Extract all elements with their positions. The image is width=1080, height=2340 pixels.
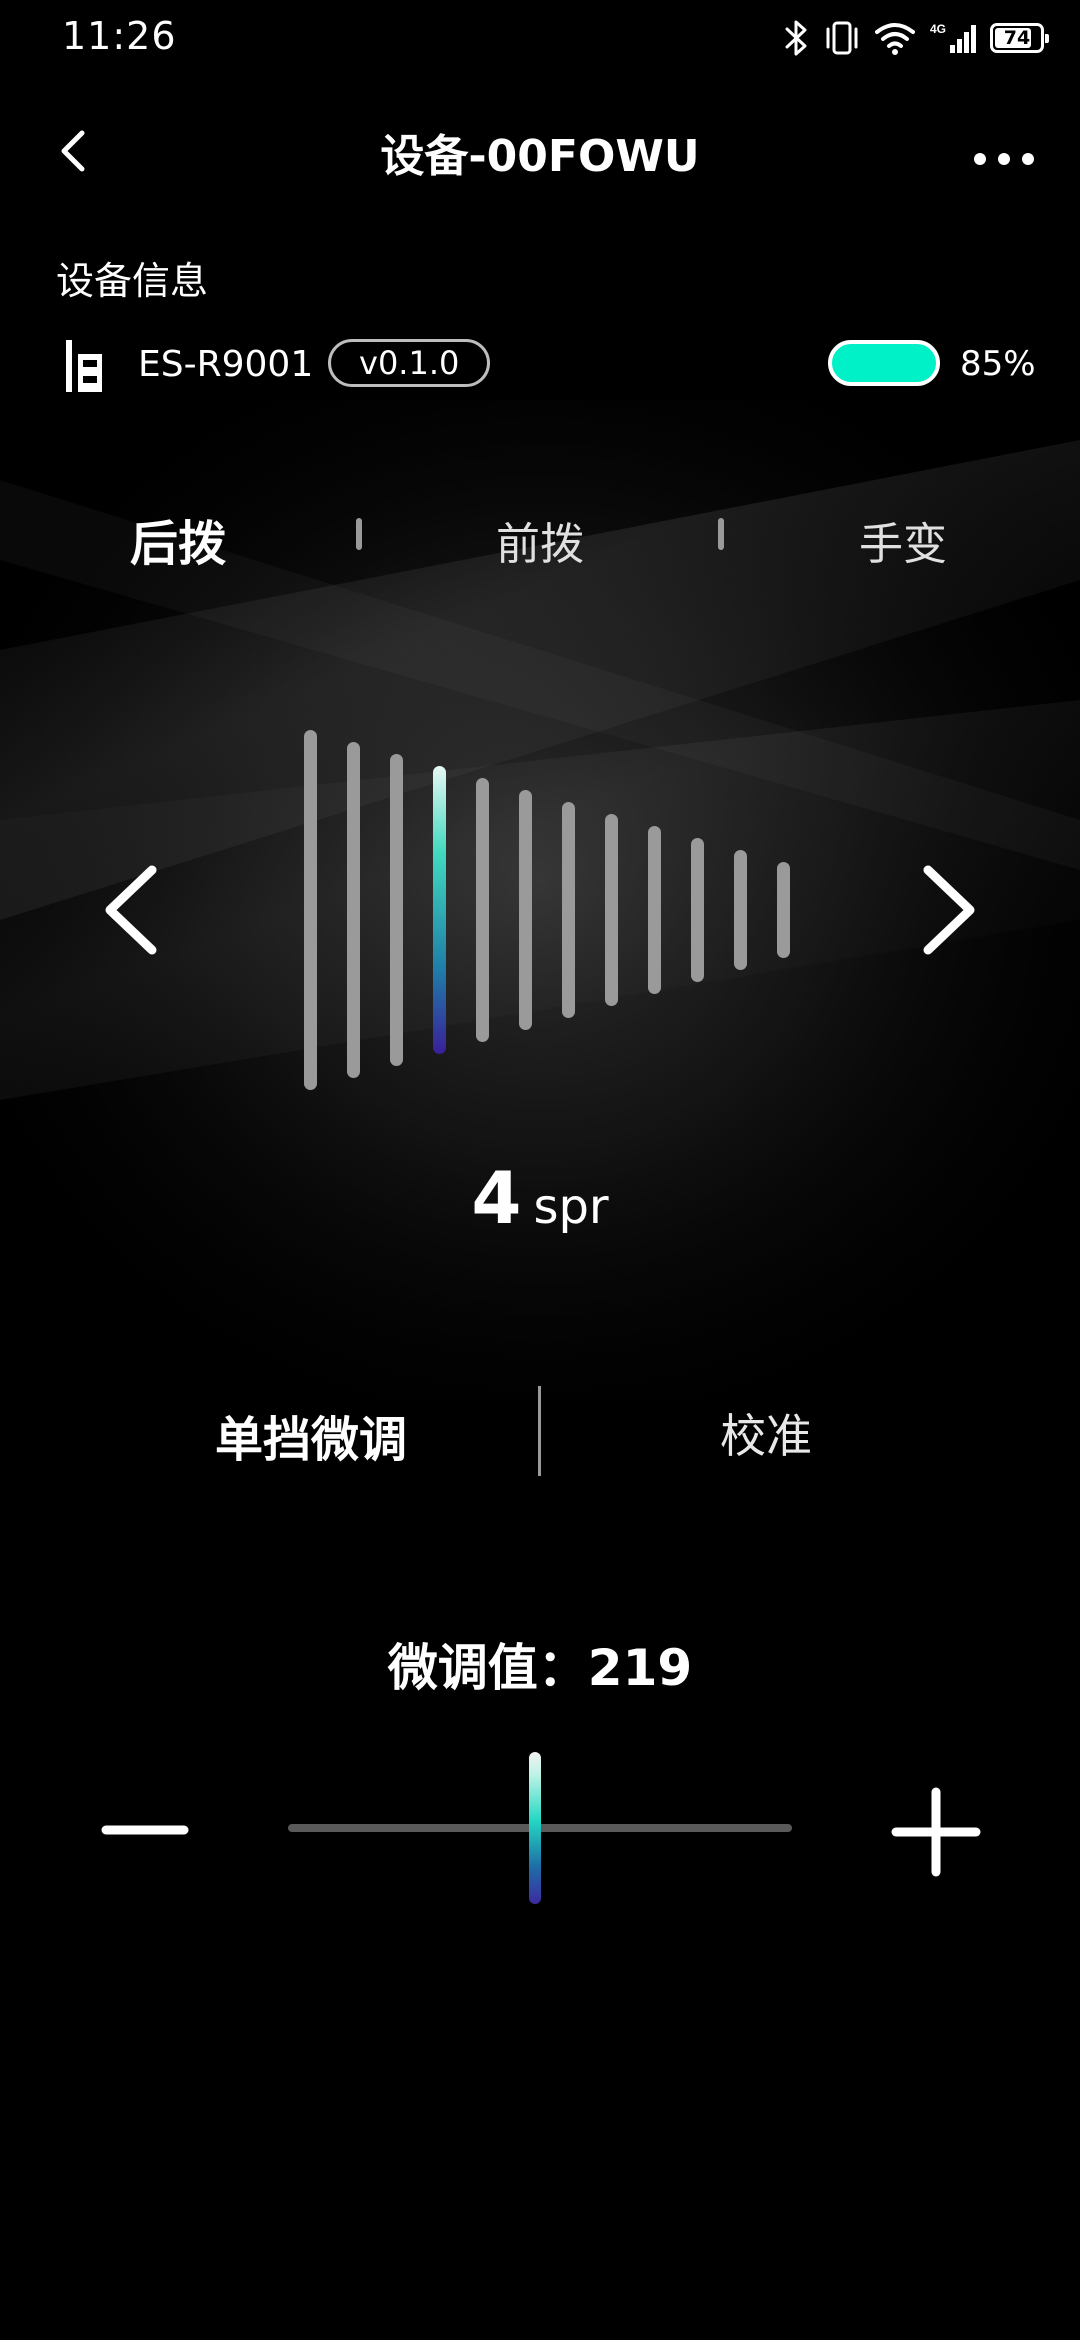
chevron-left-icon [105, 865, 157, 955]
tab-rear-derailleur[interactable]: 后拨 [130, 504, 226, 574]
tab-divider [356, 518, 362, 550]
plus-icon [891, 1787, 981, 1877]
cellular-signal-icon: 4G [930, 22, 976, 53]
mode-switch: 单挡微调 校准 [0, 1380, 1080, 1480]
device-model: ES-R9001 [138, 344, 314, 385]
more-horizontal-icon [974, 153, 1034, 165]
device-battery-indicator [828, 340, 940, 386]
page-title: 设备-00FOWU [380, 131, 700, 182]
wifi-icon [875, 23, 915, 55]
gear-bar[interactable] [347, 742, 360, 1078]
brand-logo-icon [66, 340, 102, 392]
gear-bar[interactable] [476, 778, 489, 1042]
next-gear-button[interactable] [908, 860, 988, 960]
status-battery-level: 74 [1003, 27, 1031, 49]
gear-bar[interactable] [691, 838, 704, 982]
status-bar: 11:26 4G 74 [0, 0, 1080, 76]
device-battery-percent: 85% [960, 344, 1036, 384]
status-battery-icon: 74 [990, 23, 1049, 53]
gear-bar[interactable] [519, 790, 532, 1030]
gear-readout: 4 spr [0, 1156, 1080, 1240]
network-type-label: 4G [930, 22, 946, 36]
more-button[interactable] [964, 116, 1044, 186]
gear-cassette-indicator[interactable] [280, 720, 800, 1100]
current-gear-number: 4 [471, 1156, 522, 1240]
gear-bar[interactable] [304, 730, 317, 1090]
previous-gear-button[interactable] [92, 860, 172, 960]
tab-shifter[interactable]: 手变 [859, 508, 947, 572]
fine-tune-slider-thumb[interactable] [528, 1752, 541, 1904]
device-info-label: 设备信息 [56, 259, 209, 303]
gear-bar[interactable] [734, 850, 747, 970]
status-time: 11:26 [62, 14, 177, 58]
mode-calibration[interactable]: 校准 [720, 1400, 812, 1466]
status-icons: 4G 74 [784, 16, 1049, 60]
gear-bar[interactable] [777, 862, 790, 958]
firmware-version-badge: v0.1.0 [328, 339, 491, 387]
increase-button[interactable] [886, 1782, 986, 1882]
mode-divider [538, 1386, 541, 1476]
header: 设备-00FOWU [0, 106, 1080, 196]
gear-bar-selected[interactable] [433, 766, 446, 1054]
vibrate-icon [826, 21, 858, 55]
minus-icon [101, 1825, 189, 1835]
bluetooth-icon [785, 20, 807, 56]
gear-unit: spr [533, 1179, 609, 1235]
tab-divider [718, 518, 724, 550]
mode-single-gear-tune[interactable]: 单挡微调 [215, 1400, 407, 1470]
app-screen: 11:26 4G 74 设备-00FOWU 设备信息 ES-R9001 v0.1… [0, 0, 1080, 2340]
component-tabs: 后拨 前拨 手变 [0, 500, 1080, 580]
gear-bar[interactable] [390, 754, 403, 1066]
device-info-row: ES-R9001 v0.1.0 85% [56, 330, 1036, 400]
fine-tune-value-label: 微调值：219 [387, 1639, 693, 1697]
gear-bar[interactable] [648, 826, 661, 994]
gear-bar[interactable] [562, 802, 575, 1018]
decrease-button[interactable] [96, 1790, 196, 1870]
gear-bar[interactable] [605, 814, 618, 1006]
chevron-right-icon [923, 865, 975, 955]
tab-front-derailleur[interactable]: 前拨 [496, 508, 584, 572]
